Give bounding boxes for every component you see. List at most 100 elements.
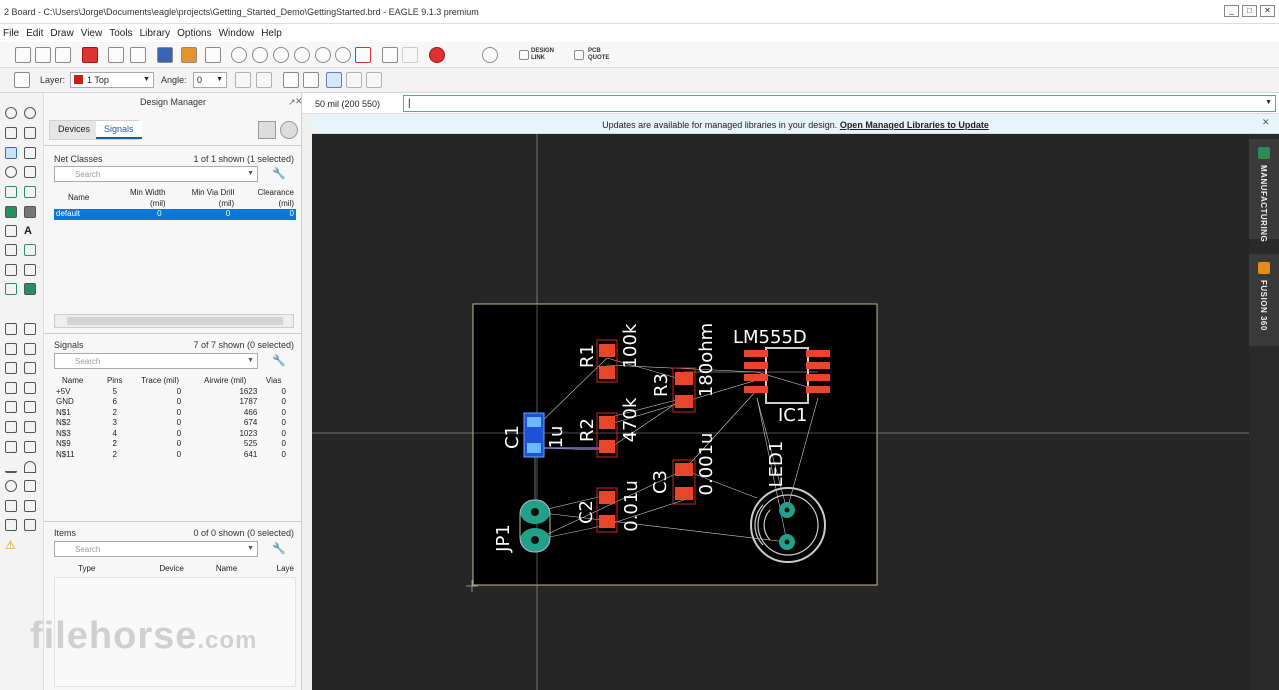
snap-icon[interactable] xyxy=(326,72,342,88)
menu-file[interactable]: File xyxy=(3,28,19,39)
warning-icon[interactable]: ⚠ xyxy=(5,539,17,551)
menu-window[interactable]: Window xyxy=(219,28,255,39)
paste-tool-icon[interactable] xyxy=(24,362,36,374)
signal-tool-icon[interactable] xyxy=(24,244,36,256)
menu-edit[interactable]: Edit xyxy=(26,28,43,39)
wrench-icon[interactable]: 🔧 xyxy=(272,167,286,180)
drc-tool-icon[interactable] xyxy=(24,519,36,531)
cam-icon[interactable] xyxy=(82,47,98,63)
slice-tool-icon[interactable] xyxy=(5,421,17,433)
refresh-icon[interactable] xyxy=(335,47,351,63)
info-tool-icon[interactable] xyxy=(5,107,17,119)
group-tool-icon[interactable] xyxy=(5,382,17,394)
stop-icon[interactable] xyxy=(429,47,445,63)
update-libraries-link[interactable]: Open Managed Libraries to Update xyxy=(840,120,989,130)
select-icon[interactable] xyxy=(258,121,276,139)
split-tool-icon[interactable] xyxy=(5,244,17,256)
ripup-tool-icon[interactable] xyxy=(24,186,36,198)
menu-draw[interactable]: Draw xyxy=(50,28,73,39)
board-icon[interactable] xyxy=(108,47,124,63)
script-icon[interactable] xyxy=(157,47,173,63)
minimize-button[interactable]: _ xyxy=(1224,5,1239,17)
board-canvas[interactable]: R1 100k R2 470k R3 180ohm LM555D IC1 C1 … xyxy=(312,134,1249,690)
measure-icon[interactable] xyxy=(366,72,382,88)
table-row[interactable]: N$11 2 0 641 0 xyxy=(54,450,288,461)
pcb-layout[interactable]: R1 100k R2 470k R3 180ohm LM555D IC1 C1 … xyxy=(312,134,1249,690)
manufacturing-tab[interactable]: MANUFACTURING xyxy=(1249,139,1279,242)
wrench-icon[interactable]: 🔧 xyxy=(272,354,286,367)
copy-tool-icon[interactable] xyxy=(24,343,36,355)
add-tool-icon[interactable] xyxy=(5,323,17,335)
pcb-quote-icon[interactable] xyxy=(574,50,584,60)
undo-icon[interactable] xyxy=(382,47,398,63)
help-icon[interactable] xyxy=(482,47,498,63)
wrench-icon[interactable]: 🔧 xyxy=(272,542,286,555)
ratsnest-tool-icon[interactable] xyxy=(24,283,36,295)
frame-tool-icon[interactable] xyxy=(24,500,36,512)
pcb-quote-button[interactable]: PCB QUOTE xyxy=(588,48,609,62)
table-row[interactable]: N$1 2 0 466 0 xyxy=(54,408,288,419)
show-tool-icon[interactable] xyxy=(24,107,36,119)
fusion360-tab[interactable]: FUSION 360 xyxy=(1249,254,1279,346)
items-search[interactable]: Search ▼ xyxy=(54,541,258,557)
hole-tool-icon[interactable] xyxy=(24,206,36,218)
menu-help[interactable]: Help xyxy=(261,28,282,39)
menu-tools[interactable]: Tools xyxy=(109,28,132,39)
replace-tool-icon[interactable] xyxy=(24,323,36,335)
command-input[interactable]: | ▼ xyxy=(403,95,1276,112)
spin-icon[interactable] xyxy=(256,72,272,88)
table-row[interactable]: N$9 2 0 525 0 xyxy=(54,439,288,450)
dimension-tool-icon[interactable] xyxy=(24,441,36,453)
zoom-redraw-icon[interactable] xyxy=(294,47,310,63)
design-link-button[interactable]: DESIGN LINK xyxy=(531,48,554,62)
attribute-tool-icon[interactable] xyxy=(5,441,17,453)
align-grid-icon[interactable] xyxy=(303,72,319,88)
route-tool-icon[interactable] xyxy=(5,186,17,198)
measure-tool-icon[interactable] xyxy=(5,500,17,512)
line-tool-icon[interactable] xyxy=(5,461,17,473)
miter-tool-icon[interactable] xyxy=(24,264,36,276)
delete-tool-icon[interactable] xyxy=(5,362,17,374)
smash-tool-icon[interactable] xyxy=(5,401,17,413)
table-row[interactable]: N$2 3 0 674 0 xyxy=(54,418,288,429)
text-tool-icon[interactable]: A xyxy=(24,225,36,237)
display-tool-icon[interactable] xyxy=(5,127,17,139)
autoroute-tool-icon[interactable] xyxy=(5,283,17,295)
mirror-tool-icon[interactable] xyxy=(24,147,36,159)
ulp-icon[interactable] xyxy=(181,47,197,63)
maximize-button[interactable]: □ xyxy=(1242,5,1257,17)
ratsnest-icon[interactable] xyxy=(355,47,371,63)
move-tool-icon[interactable] xyxy=(5,147,17,159)
lock-tool-icon[interactable] xyxy=(24,421,36,433)
align-left-icon[interactable] xyxy=(283,72,299,88)
mirror-icon[interactable] xyxy=(235,72,251,88)
rotate-tool-icon[interactable] xyxy=(5,166,17,178)
schematic-icon[interactable] xyxy=(130,47,146,63)
menu-options[interactable]: Options xyxy=(177,28,211,39)
tab-devices[interactable]: Devices xyxy=(50,121,99,139)
zoom-select-icon[interactable] xyxy=(280,121,298,139)
polygon-tool-icon[interactable] xyxy=(5,225,17,237)
print-icon[interactable] xyxy=(55,47,71,63)
optimize-tool-icon[interactable] xyxy=(5,264,17,276)
zoom-out-icon[interactable] xyxy=(273,47,289,63)
change-tool-icon[interactable] xyxy=(24,382,36,394)
rect-tool-icon[interactable] xyxy=(24,480,36,492)
snap-off-icon[interactable] xyxy=(346,72,362,88)
layer-select[interactable]: 1 Top ▼ xyxy=(70,72,154,88)
save-icon[interactable] xyxy=(35,47,51,63)
arc-tool-icon[interactable] xyxy=(24,461,36,473)
zoom-area-icon[interactable] xyxy=(315,47,331,63)
redo-icon[interactable] xyxy=(402,47,418,63)
via-tool-icon[interactable] xyxy=(5,206,17,218)
horizontal-scrollbar[interactable] xyxy=(54,314,294,328)
table-row[interactable]: N$3 4 0 1023 0 xyxy=(54,429,288,440)
menu-library[interactable]: Library xyxy=(140,28,171,39)
layers-icon[interactable] xyxy=(205,47,221,63)
align-tool-icon[interactable] xyxy=(24,166,36,178)
new-file-icon[interactable] xyxy=(15,47,31,63)
table-row[interactable]: default 0 0 0 xyxy=(54,209,296,220)
table-row[interactable]: +5V 5 0 1623 0 xyxy=(54,387,288,398)
mark-tool-icon[interactable] xyxy=(24,127,36,139)
close-notice-icon[interactable]: ✕ xyxy=(1262,117,1270,128)
